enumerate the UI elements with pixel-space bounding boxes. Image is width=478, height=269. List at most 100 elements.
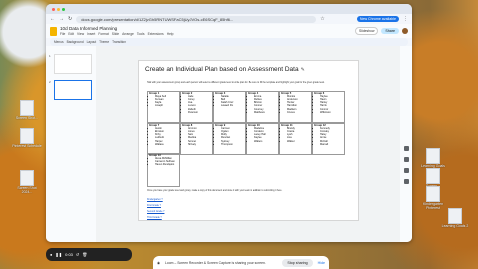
slide-canvas: Create an Individual Plan based on Asses… [96,46,400,242]
group-2[interactable]: Group 2JadeCoreyAvaLuceroZabethPeterson [182,92,212,114]
editor-main: 12 Create an Individual Plan based on As… [46,46,412,242]
back-icon[interactable]: ← [50,16,55,22]
tab-bar [46,4,412,14]
desktop-file-4[interactable]: Learning Goals [418,148,448,169]
toolbar-transition[interactable]: Transition [112,40,126,44]
group-3[interactable]: Group 3NatalieBellKalah CruzLavaeh DL [215,92,245,108]
group-member: Lavaeh DL [221,104,245,107]
desktop-file-3[interactable]: Screen Shot 2024... [12,170,42,195]
forward-icon[interactable]: → [59,16,64,22]
kebab-menu-icon[interactable]: ⋮ [403,16,408,22]
slides-logo-icon[interactable] [50,26,57,36]
group-member: Shively [188,143,212,146]
menu-item-help[interactable]: Help [167,32,174,36]
file-label: Pinterest Schedule [12,144,42,148]
avatar[interactable] [402,28,408,34]
group-member: Matthews [254,111,278,114]
menu-item-format[interactable]: Format [98,32,108,36]
group-7[interactable]: Group 7AustinElmstonKirbyLudbuttiHarperW… [149,124,179,146]
grade-link[interactable]: Third Grade ? [147,216,162,219]
screen-share-bar: ◉ Loom – Screen Recorder & Screen Captur… [153,256,329,269]
doc-header: 10d Data Informed Planning File Edit View I… [46,24,412,38]
maximize-window-icon[interactable] [62,7,65,11]
slide-outro: Once you have your grade level and group… [147,190,283,192]
menu-item-tools[interactable]: Tools [137,32,145,36]
doc-title[interactable]: 10d Data Informed Planning [60,26,174,31]
calendar-icon[interactable] [403,146,409,151]
camera-icon[interactable]: ● [50,252,52,257]
group-member: Cruces [287,111,311,114]
menu-item-extensions[interactable]: Extensions [148,32,164,36]
group-13[interactable]: Group 13Alexa McMillanCameron SullivanHa… [149,154,179,166]
file-label: Screen Shot 2024... [17,186,37,194]
grade-link[interactable]: First Grade ? [147,204,161,207]
recording-time: 0:03 [65,252,73,257]
toolbar-menus[interactable]: Menus [54,40,64,44]
filmstrip: 12 [46,46,96,242]
group-member: Wilkinson [320,111,344,114]
group-member: Walters [254,140,278,143]
loom-icon: ◉ [157,260,160,265]
file-thumbnail-icon [426,148,440,164]
slide-thumbnail[interactable] [54,80,92,100]
minimize-window-icon[interactable] [57,7,60,11]
share-button[interactable]: Share [381,28,399,34]
file-thumbnail-icon [20,100,34,116]
group-12[interactable]: Group 12KennedyCrowleyHaleyAnnieMcCallMa… [314,124,344,146]
menu-item-view[interactable]: View [77,32,84,36]
group-member: Joseph [155,104,179,107]
browser-window: ← → ↻ docs.google.com/presentation/d/1Z2… [46,4,412,242]
toolbar-theme[interactable]: Theme [99,40,109,44]
star-icon[interactable]: ☆ [320,16,324,22]
address-bar-row: ← → ↻ docs.google.com/presentation/d/1Z2… [46,14,412,24]
group-member: Thompson [221,143,245,146]
add-icon[interactable] [403,179,409,184]
file-label: Learning Goals 2 [441,224,469,228]
group-10[interactable]: Group 10MadelineCordeiroLacey HallKaylee… [248,124,278,143]
slide-title[interactable]: Create an Individual Plan based on Asses… [145,66,305,73]
menu-item-insert[interactable]: Insert [87,32,95,36]
menu-bar: File Edit View Insert Format Slide Arrange Tool… [60,32,174,36]
file-thumbnail-icon [20,170,34,186]
url-field[interactable]: docs.google.com/presentation/d/1Z2jvGh5R… [76,15,317,23]
file-thumbnail-icon [20,128,34,144]
restart-icon[interactable]: ↺ [76,252,79,257]
group-8[interactable]: Group 8AmmonJonesSamMedinaSonnetShively [182,124,212,146]
grade-link[interactable]: Second Grade ? [147,210,164,213]
tasks-icon[interactable] [403,168,409,173]
grade-link[interactable]: Kindergarten ? [147,198,163,201]
file-thumbnail-icon [426,186,440,202]
group-member: Peterson [188,111,212,114]
menu-item-slide[interactable]: Slide [112,32,119,36]
group-9[interactable]: Group 9CarmenOgdenMollyRuscketSydneyThom… [215,124,245,146]
pencil-icon: ✎ [300,67,305,73]
screen-share-message: Loom – Screen Recorder & Screen Capture … [164,260,266,265]
desktop-file-2[interactable]: Pinterest Schedule [12,128,42,149]
hide-button[interactable]: Hide [318,261,325,265]
desktop-file-6[interactable]: Kindergarten Pinterest [418,186,448,211]
toolbar-layout[interactable]: Layout [87,40,97,44]
group-6[interactable]: Group 6HayleeHawnHarleyHarrisConnorWilki… [314,92,344,114]
menu-item-edit[interactable]: Edit [68,32,74,36]
trash-icon[interactable]: 🗑 [82,252,87,257]
reload-icon[interactable]: ↻ [68,16,72,22]
desktop-file-7[interactable]: Learning Goals 2 [440,208,470,229]
slideshow-button[interactable]: Slideshow [354,27,379,35]
file-label: Screen Shot... [15,116,39,120]
group-5[interactable]: Group 5MonicaAndersonHunterHamiltonMadis… [281,92,311,114]
new-chrome-available-button[interactable]: New Chrome available [356,16,399,22]
slide-thumbnail[interactable] [54,54,92,74]
toolbar-background[interactable]: Background [67,40,84,44]
pause-icon[interactable]: ❚❚ [55,252,62,257]
menu-item-file[interactable]: File [60,32,65,36]
close-window-icon[interactable] [52,7,55,11]
group-member: Wallace [155,143,179,146]
group-11[interactable]: Group 11BrandyCraciaLyahLisaWalker [281,124,311,143]
group-1[interactable]: Group 1Maya SellKurwanKaylaJoseph [149,92,179,108]
desktop-file-1[interactable]: Screen Shot... [12,100,42,121]
group-4[interactable]: Group 4EmmaRubiesBrixtonConnerCourneyMat… [248,92,278,114]
slide[interactable]: Create an Individual Plan based on Asses… [138,60,359,221]
stop-sharing-button[interactable]: Stop sharing [282,258,313,267]
keep-icon[interactable] [403,157,409,162]
menu-item-arrange[interactable]: Arrange [122,32,134,36]
